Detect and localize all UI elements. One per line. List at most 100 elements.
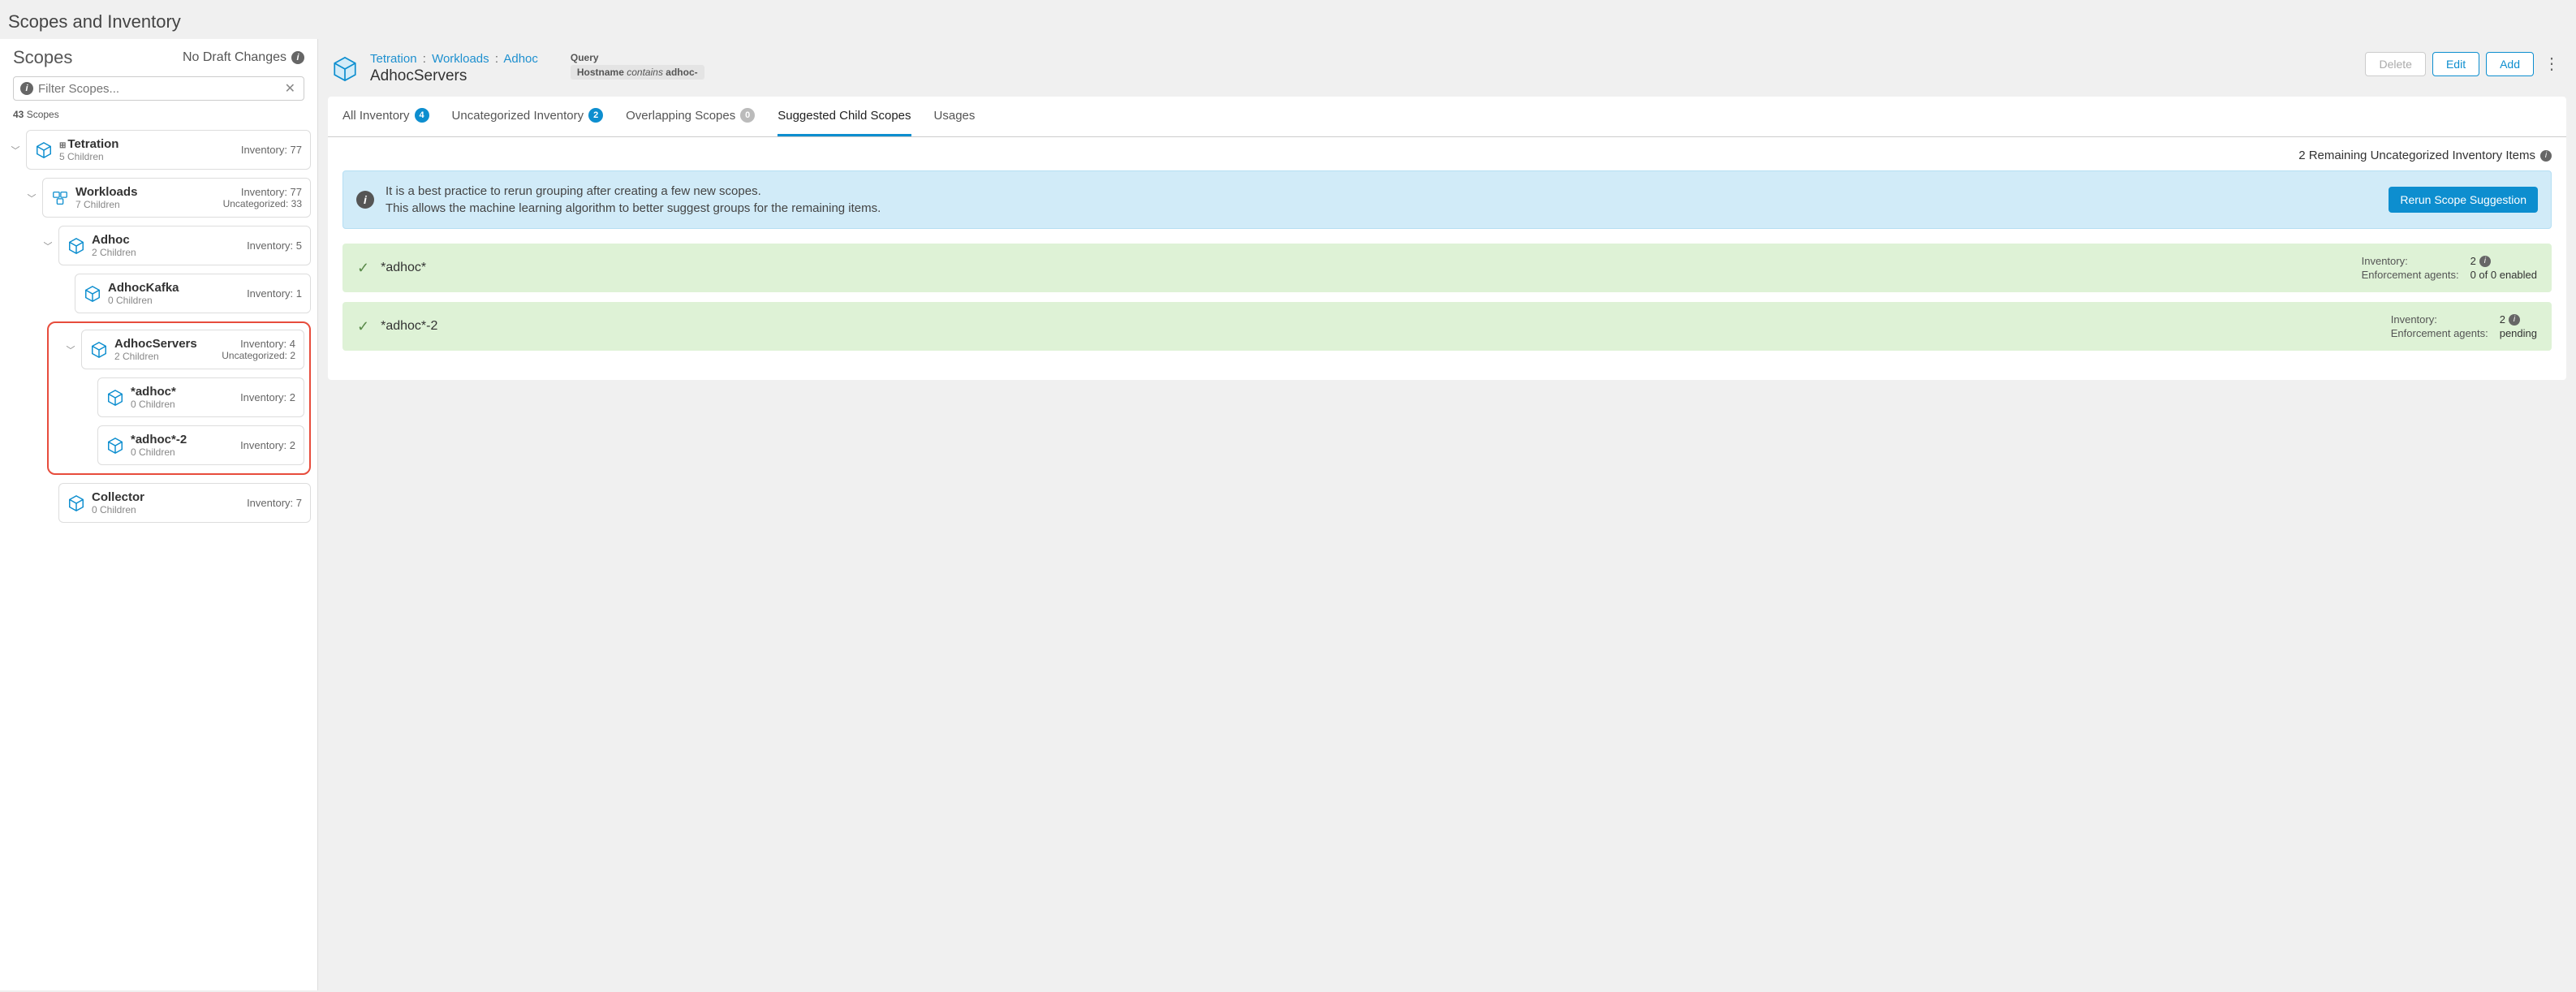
node-inventory: Inventory: 77 [241,144,302,156]
check-icon: ✓ [357,318,369,335]
tree-node-tetration[interactable]: ⊞Tetration 5 Children Inventory: 77 [26,130,311,170]
stat-value: 2 [2470,255,2476,267]
tab-badge: 2 [588,108,603,123]
node-label: Workloads [75,185,217,199]
stat-value: 2 [2500,313,2505,326]
info-icon[interactable]: i [2540,150,2552,162]
tab-all-inventory[interactable]: All Inventory 4 [342,97,429,136]
node-inventory: Inventory: 4 [222,338,295,350]
tree-node-collector[interactable]: Collector 0 Children Inventory: 7 [58,483,311,523]
cube-icon [90,341,108,359]
detail-panel: Tetration : Workloads : Adhoc AdhocServe… [318,39,2576,990]
filter-scopes-field[interactable]: i ✕ [13,76,304,101]
node-inventory: Inventory: 2 [240,439,295,451]
filter-input[interactable] [38,82,283,96]
tab-uncategorized[interactable]: Uncategorized Inventory 2 [452,97,604,136]
scope-tree[interactable]: ﹀ ⊞Tetration 5 Children Inventory: 77 ﹀ … [0,130,317,990]
node-label: AdhocKafka [108,281,240,295]
tab-usages[interactable]: Usages [934,97,976,136]
grid-icon: ⊞ [59,141,66,150]
tab-label: All Inventory [342,109,410,123]
page-title: Scopes and Inventory [8,11,2568,32]
query-value: adhoc- [666,67,697,78]
tab-suggested[interactable]: Suggested Child Scopes [778,97,911,136]
tree-node-workloads[interactable]: Workloads 7 Children Inventory: 77 Uncat… [42,178,311,218]
cube-icon [84,285,101,303]
stat-label: Enforcement agents: [2362,269,2459,281]
cube-icon [106,437,124,455]
cube-icon [67,237,85,255]
chevron-down-icon[interactable]: ﹀ [10,144,21,157]
tree-node-adhocservers[interactable]: AdhocServers 2 Children Inventory: 4 Unc… [81,330,304,369]
remaining-count: 2 Remaining Uncategorized Inventory Item… [342,149,2552,162]
draft-status: No Draft Changes i [183,50,304,65]
tab-bar: All Inventory 4 Uncategorized Inventory … [328,97,2566,137]
node-children: 2 Children [92,247,240,258]
clear-icon[interactable]: ✕ [283,80,297,97]
info-icon[interactable]: i [2479,256,2491,267]
boxes-icon [51,189,69,207]
suggestion-row[interactable]: ✓ *adhoc*-2 Inventory: 2i Enforcement ag… [342,302,2552,351]
node-children: 0 Children [108,295,240,306]
stat-label: Enforcement agents: [2391,327,2488,339]
draft-status-text: No Draft Changes [183,50,286,65]
cube-icon [67,494,85,512]
info-icon[interactable]: i [291,51,304,64]
node-label: *adhoc* [131,385,234,399]
edit-button[interactable]: Edit [2432,52,2479,76]
tab-badge: 0 [740,108,755,123]
tab-content: 2 Remaining Uncategorized Inventory Item… [328,137,2566,380]
tree-node-adhoc-star[interactable]: *adhoc* 0 Children Inventory: 2 [97,377,304,417]
stat-value: 0 of 0 enabled [2470,269,2537,281]
breadcrumb-link[interactable]: Workloads [432,52,489,66]
node-children: 0 Children [131,446,234,458]
remaining-text: 2 Remaining Uncategorized Inventory Item… [2298,149,2535,162]
breadcrumb-link[interactable]: Tetration [370,52,417,66]
tree-node-adhockafka[interactable]: AdhocKafka 0 Children Inventory: 1 [75,274,311,313]
info-icon[interactable]: i [2509,314,2520,326]
scope-count: 43 Scopes [13,109,304,120]
filter-icon: i [20,82,33,95]
node-label: Tetration [67,137,118,151]
breadcrumb-link[interactable]: Adhoc [503,52,538,66]
node-inventory: Inventory: 5 [247,239,302,252]
check-icon: ✓ [357,260,369,277]
chevron-down-icon[interactable]: ﹀ [42,239,54,252]
scope-detail-name: AdhocServers [370,67,538,85]
notice-text: It is a best practice to rerun grouping … [386,183,2377,217]
tab-label: Suggested Child Scopes [778,109,911,123]
tab-overlapping[interactable]: Overlapping Scopes 0 [626,97,755,136]
delete-button[interactable]: Delete [2365,52,2425,76]
suggestion-stats: Inventory: 2i Enforcement agents: 0 of 0… [2362,255,2537,281]
query-field: Hostname [577,67,624,78]
cube-icon [106,389,124,407]
stat-label: Inventory: [2362,255,2459,267]
node-children: 7 Children [75,199,217,210]
scope-count-number: 43 [13,109,24,120]
tree-node-adhoc-star-2[interactable]: *adhoc*-2 0 Children Inventory: 2 [97,425,304,465]
rerun-button[interactable]: Rerun Scope Suggestion [2389,187,2538,213]
add-button[interactable]: Add [2486,52,2534,76]
query-op: contains [627,67,663,78]
tab-badge: 4 [415,108,429,123]
scopes-heading: Scopes [13,47,72,68]
chevron-down-icon[interactable]: ﹀ [65,343,76,356]
notice-line: It is a best practice to rerun grouping … [386,183,2377,200]
cube-icon [35,141,53,159]
suggestion-row[interactable]: ✓ *adhoc* Inventory: 2i Enforcement agen… [342,244,2552,292]
chevron-down-icon[interactable]: ﹀ [26,192,37,205]
node-children: 0 Children [92,504,240,515]
node-uncategorized: Uncategorized: 33 [223,198,302,209]
breadcrumb-sep: : [420,52,429,66]
tab-label: Uncategorized Inventory [452,109,584,123]
node-children: 2 Children [114,351,215,362]
tree-node-adhoc[interactable]: Adhoc 2 Children Inventory: 5 [58,226,311,265]
tab-label: Usages [934,109,976,123]
suggestion-name: *adhoc* [381,261,2362,275]
kebab-menu-icon[interactable]: ⋮ [2540,56,2563,72]
highlighted-scope-group: ﹀ AdhocServers 2 Children Inventory: 4 U… [47,321,311,475]
node-label: AdhocServers [114,337,215,351]
left-panel: Scopes No Draft Changes i i ✕ 43 Scopes … [0,39,318,990]
suggestion-stats: Inventory: 2i Enforcement agents: pendin… [2391,313,2537,339]
notice-line: This allows the machine learning algorit… [386,200,2377,217]
